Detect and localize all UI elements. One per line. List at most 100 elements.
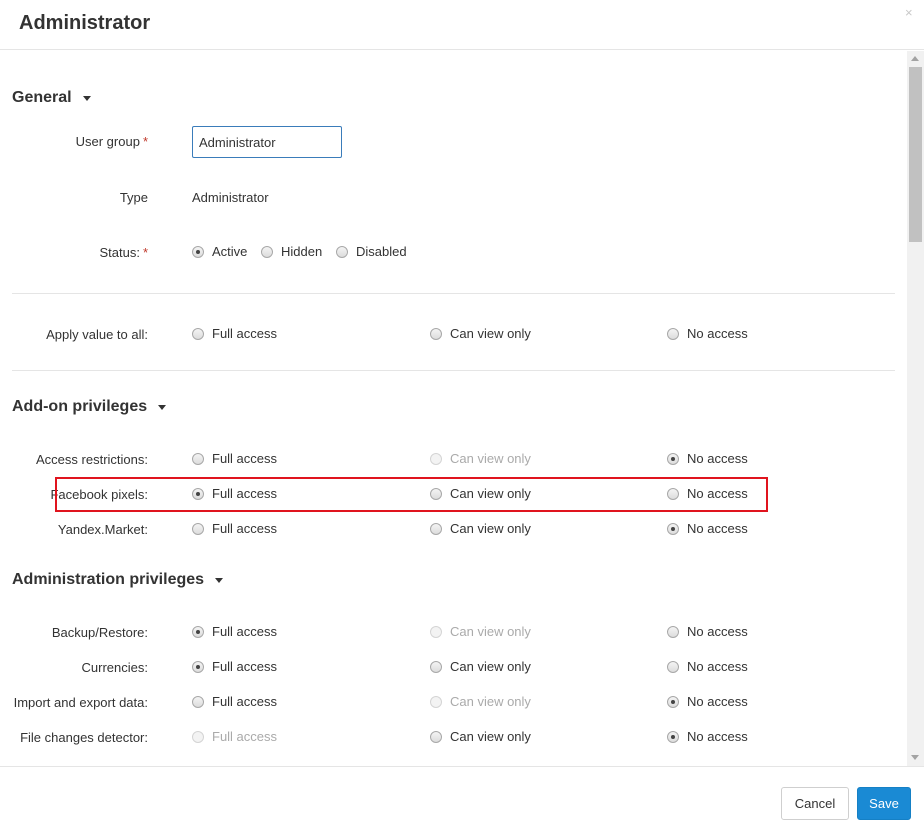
status-radio-hidden[interactable] <box>261 245 273 258</box>
privilege-option-view[interactable]: Can view only <box>430 659 531 674</box>
option-label: Can view only <box>450 624 531 639</box>
status-row: Status: * Active Hidden Disabled <box>0 242 900 262</box>
privilege-row: Yandex.Market: Full access Can view only No… <box>0 519 900 539</box>
privilege-radio-full[interactable] <box>192 625 204 638</box>
option-label: No access <box>687 659 748 674</box>
privilege-radio-full[interactable] <box>192 487 204 500</box>
privilege-radio-view[interactable] <box>430 487 442 500</box>
privilege-option-full[interactable]: Full access <box>192 451 277 466</box>
option-label: Full access <box>212 451 278 466</box>
status-radio-disabled[interactable] <box>336 245 348 258</box>
privilege-row: Currencies: Full access Can view only No ac… <box>0 657 900 677</box>
privilege-radio-full[interactable] <box>192 660 204 673</box>
apply-all-view[interactable]: Can view only <box>430 326 531 341</box>
privilege-label: Access restrictions: <box>36 452 148 467</box>
status-radio-active[interactable] <box>192 245 204 258</box>
privilege-option-full[interactable]: Full access <box>192 521 277 536</box>
privilege-radio-full[interactable] <box>192 522 204 535</box>
privilege-label: Currencies: <box>81 660 148 675</box>
privilege-radio-full[interactable] <box>192 452 204 465</box>
status-option-hidden[interactable]: Hidden <box>261 244 322 259</box>
status-label: Status: * <box>99 245 148 260</box>
privilege-option-none[interactable]: No access <box>667 624 748 639</box>
privilege-radio-none[interactable] <box>667 625 679 638</box>
option-label: No access <box>687 521 748 536</box>
apply-all-none[interactable]: No access <box>667 326 748 341</box>
privilege-radio-none[interactable] <box>667 452 679 465</box>
apply-all-none-radio[interactable] <box>667 327 679 340</box>
section-general-toggle[interactable]: General <box>12 89 91 107</box>
privilege-radio-view[interactable] <box>430 660 442 673</box>
user-group-label: User group * <box>75 134 148 149</box>
status-option-active[interactable]: Active <box>192 244 247 259</box>
status-option-disabled[interactable]: Disabled <box>336 244 407 259</box>
privilege-radio-none[interactable] <box>667 730 679 743</box>
apply-all-view-radio[interactable] <box>430 327 442 340</box>
option-label: Full access <box>212 624 278 639</box>
required-mark: * <box>142 134 148 149</box>
privilege-label: File changes detector: <box>20 730 148 745</box>
option-label: No access <box>687 694 748 709</box>
privilege-option-none[interactable]: No access <box>667 659 748 674</box>
type-row: Type Administrator <box>0 187 900 207</box>
privilege-option-none[interactable]: No access <box>667 694 748 709</box>
privilege-radio-none[interactable] <box>667 695 679 708</box>
scroll-down-arrow-icon[interactable] <box>911 755 919 760</box>
scroll-thumb[interactable] <box>909 67 922 242</box>
privilege-option-view: Can view only <box>430 694 531 709</box>
privilege-option-none[interactable]: No access <box>667 486 748 501</box>
cancel-button[interactable]: Cancel <box>781 787 849 820</box>
option-label: Full access <box>212 486 278 501</box>
privilege-option-full[interactable]: Full access <box>192 486 277 501</box>
option-label: Can view only <box>450 521 531 536</box>
privilege-option-none[interactable]: No access <box>667 729 748 744</box>
scrollbar[interactable] <box>907 51 924 766</box>
apply-all-label: Apply value to all: <box>46 327 148 342</box>
privilege-option-none[interactable]: No access <box>667 451 748 466</box>
user-group-input[interactable] <box>192 126 342 158</box>
privilege-radio-view <box>430 625 442 638</box>
section-admin-toggle[interactable]: Administration privileges <box>12 571 224 589</box>
privilege-option-view[interactable]: Can view only <box>430 521 531 536</box>
status-option-label: Active <box>212 244 248 259</box>
option-label: No access <box>687 451 748 466</box>
privilege-option-none[interactable]: No access <box>667 521 748 536</box>
privilege-option-view: Can view only <box>430 451 531 466</box>
user-group-row: User group * <box>0 131 900 151</box>
option-label: Can view only <box>450 486 531 501</box>
privilege-radio-none[interactable] <box>667 660 679 673</box>
dialog-footer: Cancel Save <box>0 766 924 838</box>
type-value: Administrator <box>192 190 269 205</box>
privilege-radio-view[interactable] <box>430 730 442 743</box>
privilege-radio-none[interactable] <box>667 522 679 535</box>
option-label: No access <box>687 624 748 639</box>
option-label: Can view only <box>450 694 531 709</box>
option-label: Can view only <box>450 451 531 466</box>
close-icon[interactable]: × <box>905 6 913 20</box>
scroll-up-arrow-icon[interactable] <box>911 56 919 61</box>
option-label: No access <box>687 486 748 501</box>
apply-all-full-radio[interactable] <box>192 327 204 340</box>
option-label: Full access <box>212 659 278 674</box>
option-label: Full access <box>212 521 278 536</box>
privilege-option-full[interactable]: Full access <box>192 659 277 674</box>
privilege-radio-none[interactable] <box>667 487 679 500</box>
privilege-option-full[interactable]: Full access <box>192 624 277 639</box>
option-label: No access <box>687 326 748 341</box>
privilege-option-view[interactable]: Can view only <box>430 729 531 744</box>
privilege-option-full[interactable]: Full access <box>192 694 277 709</box>
privilege-row: Access restrictions: Full access Can view … <box>0 449 900 469</box>
privilege-radio-full[interactable] <box>192 695 204 708</box>
divider <box>12 370 895 371</box>
status-option-label: Disabled <box>356 244 407 259</box>
option-label: Can view only <box>450 659 531 674</box>
save-button[interactable]: Save <box>857 787 911 820</box>
option-label: Can view only <box>450 326 531 341</box>
section-addon-toggle[interactable]: Add-on privileges <box>12 398 167 416</box>
privilege-radio-view[interactable] <box>430 522 442 535</box>
privilege-label: Import and export data: <box>13 695 148 710</box>
option-label: Can view only <box>450 729 531 744</box>
privilege-option-full: Full access <box>192 729 277 744</box>
apply-all-full[interactable]: Full access <box>192 326 277 341</box>
privilege-option-view[interactable]: Can view only <box>430 486 531 501</box>
